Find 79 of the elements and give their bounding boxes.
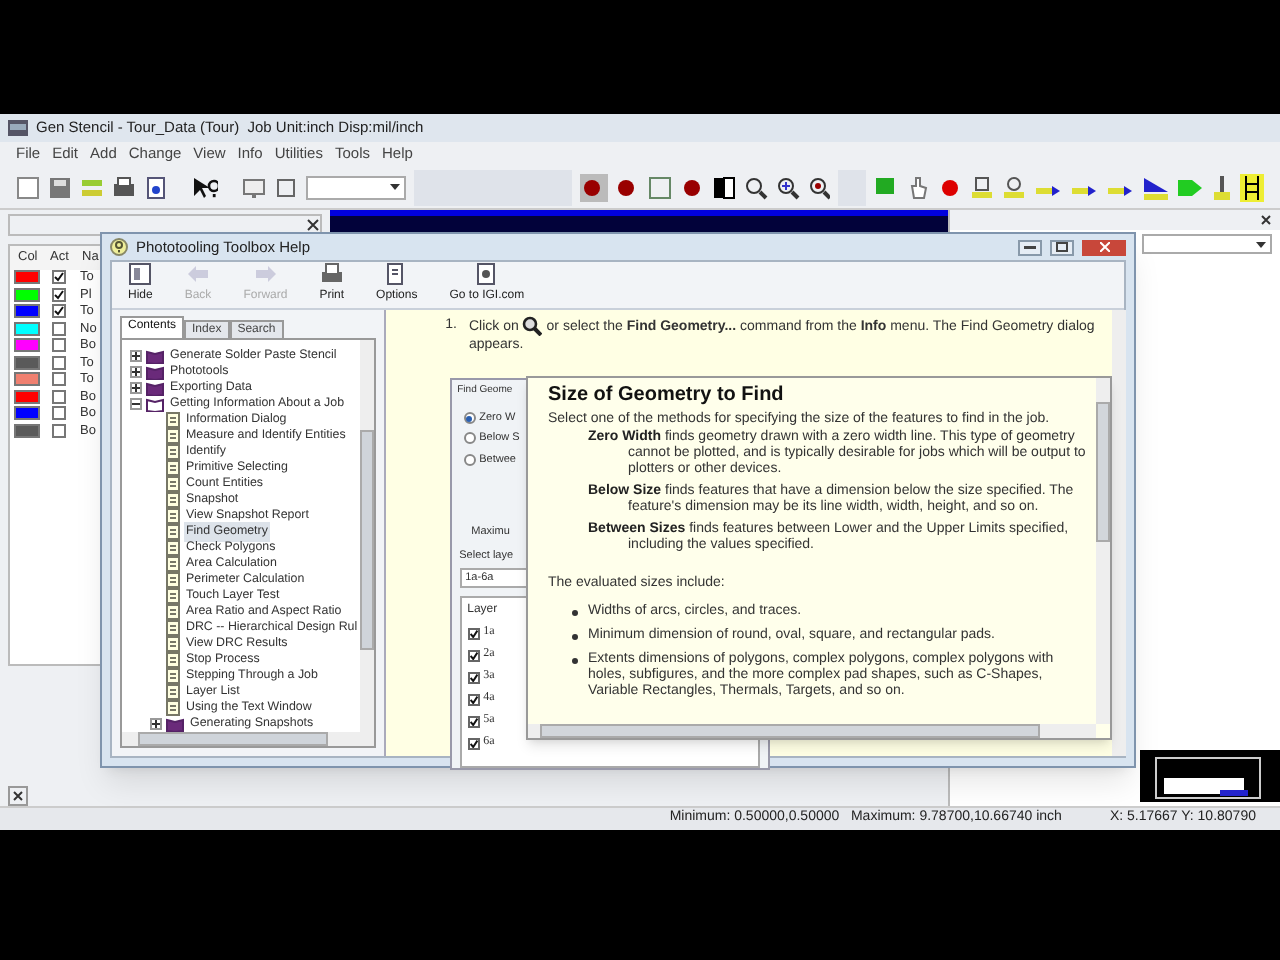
help-pointer-icon[interactable] xyxy=(191,175,219,199)
expand-toggle[interactable] xyxy=(130,350,142,362)
ruler-icon[interactable] xyxy=(970,175,994,199)
popup-title: Size of Geometry to Find xyxy=(548,388,786,404)
web-page-icon xyxy=(474,262,499,286)
frame-icon[interactable] xyxy=(274,175,299,199)
radio-button[interactable] xyxy=(463,412,476,425)
checkbox[interactable] xyxy=(467,693,480,706)
zoom-out-icon[interactable] xyxy=(807,175,831,199)
dropdown-field[interactable] xyxy=(306,175,406,199)
maximize-icon xyxy=(1056,242,1068,252)
pad-icon[interactable] xyxy=(616,175,640,199)
maximize-button[interactable] xyxy=(1050,239,1074,255)
checkbox[interactable] xyxy=(467,649,480,662)
options-icon xyxy=(384,262,409,286)
ramp-icon[interactable] xyxy=(1141,173,1169,201)
zoom-icon[interactable] xyxy=(743,175,768,199)
bullet-icon xyxy=(572,658,578,664)
expand-toggle[interactable] xyxy=(130,366,142,378)
checkbox[interactable] xyxy=(52,270,66,285)
checkbox[interactable] xyxy=(467,671,480,684)
print-icon[interactable] xyxy=(111,175,136,199)
contrast-icon[interactable] xyxy=(711,175,736,199)
grid-icon[interactable] xyxy=(648,175,672,199)
square-icon[interactable] xyxy=(874,175,899,199)
open-book-icon xyxy=(146,397,164,411)
app-icon xyxy=(8,120,28,136)
expand-toggle[interactable] xyxy=(130,382,142,394)
checkbox[interactable] xyxy=(52,389,66,404)
scrollbar-thumb[interactable] xyxy=(359,430,374,650)
minimize-button[interactable] xyxy=(1018,239,1042,255)
panel-close-button[interactable] xyxy=(8,786,28,807)
checkbox[interactable] xyxy=(52,287,66,302)
checkbox[interactable] xyxy=(467,737,480,750)
help-icon xyxy=(110,238,128,256)
monitor-icon[interactable] xyxy=(242,175,267,199)
close-icon xyxy=(12,790,24,803)
checkbox[interactable] xyxy=(52,406,66,421)
checkbox[interactable] xyxy=(52,321,66,336)
page-icon[interactable] xyxy=(143,175,168,199)
zoom-in-icon[interactable] xyxy=(775,175,800,199)
scrollbar-thumb[interactable] xyxy=(138,732,328,746)
radio-button[interactable] xyxy=(463,432,476,445)
bullet-icon xyxy=(572,634,578,640)
print-icon xyxy=(319,262,344,286)
back-arrow-icon xyxy=(186,262,211,286)
bullet-icon xyxy=(572,610,578,616)
pin-icon[interactable] xyxy=(1212,173,1233,201)
checkbox[interactable] xyxy=(52,355,66,370)
minimize-icon xyxy=(1024,245,1036,249)
checkbox[interactable] xyxy=(52,338,66,353)
checkbox[interactable] xyxy=(52,423,66,438)
caret-icon xyxy=(1256,241,1266,247)
hand-icon[interactable] xyxy=(906,175,931,199)
pad-icon[interactable] xyxy=(679,175,704,199)
toolbar-gap xyxy=(838,169,867,205)
dropdown-field[interactable] xyxy=(1142,234,1272,254)
checkbox[interactable] xyxy=(52,372,66,387)
expand-toggle[interactable] xyxy=(130,398,142,410)
close-icon[interactable] xyxy=(306,217,320,232)
close-button[interactable] xyxy=(1082,239,1126,255)
pad-icon[interactable] xyxy=(938,175,963,199)
scrollbar-thumb[interactable] xyxy=(1096,402,1110,542)
checkbox[interactable] xyxy=(467,715,480,728)
close-icon[interactable] xyxy=(1260,214,1272,226)
new-file-icon[interactable] xyxy=(16,175,40,199)
expand-toggle[interactable] xyxy=(150,718,162,730)
save-icon[interactable] xyxy=(47,175,72,199)
caret-icon xyxy=(389,184,400,190)
radio-button[interactable] xyxy=(463,453,476,466)
close-icon xyxy=(1099,242,1109,252)
ladder-icon[interactable] xyxy=(1240,173,1265,201)
forward-arrow-icon xyxy=(253,262,278,286)
hide-pane-icon xyxy=(128,262,153,286)
checkbox[interactable] xyxy=(52,304,66,319)
ruler-icon[interactable] xyxy=(1001,175,1026,199)
checkbox[interactable] xyxy=(467,627,480,640)
pad-icon[interactable] xyxy=(580,173,609,201)
search-icon xyxy=(522,316,543,336)
